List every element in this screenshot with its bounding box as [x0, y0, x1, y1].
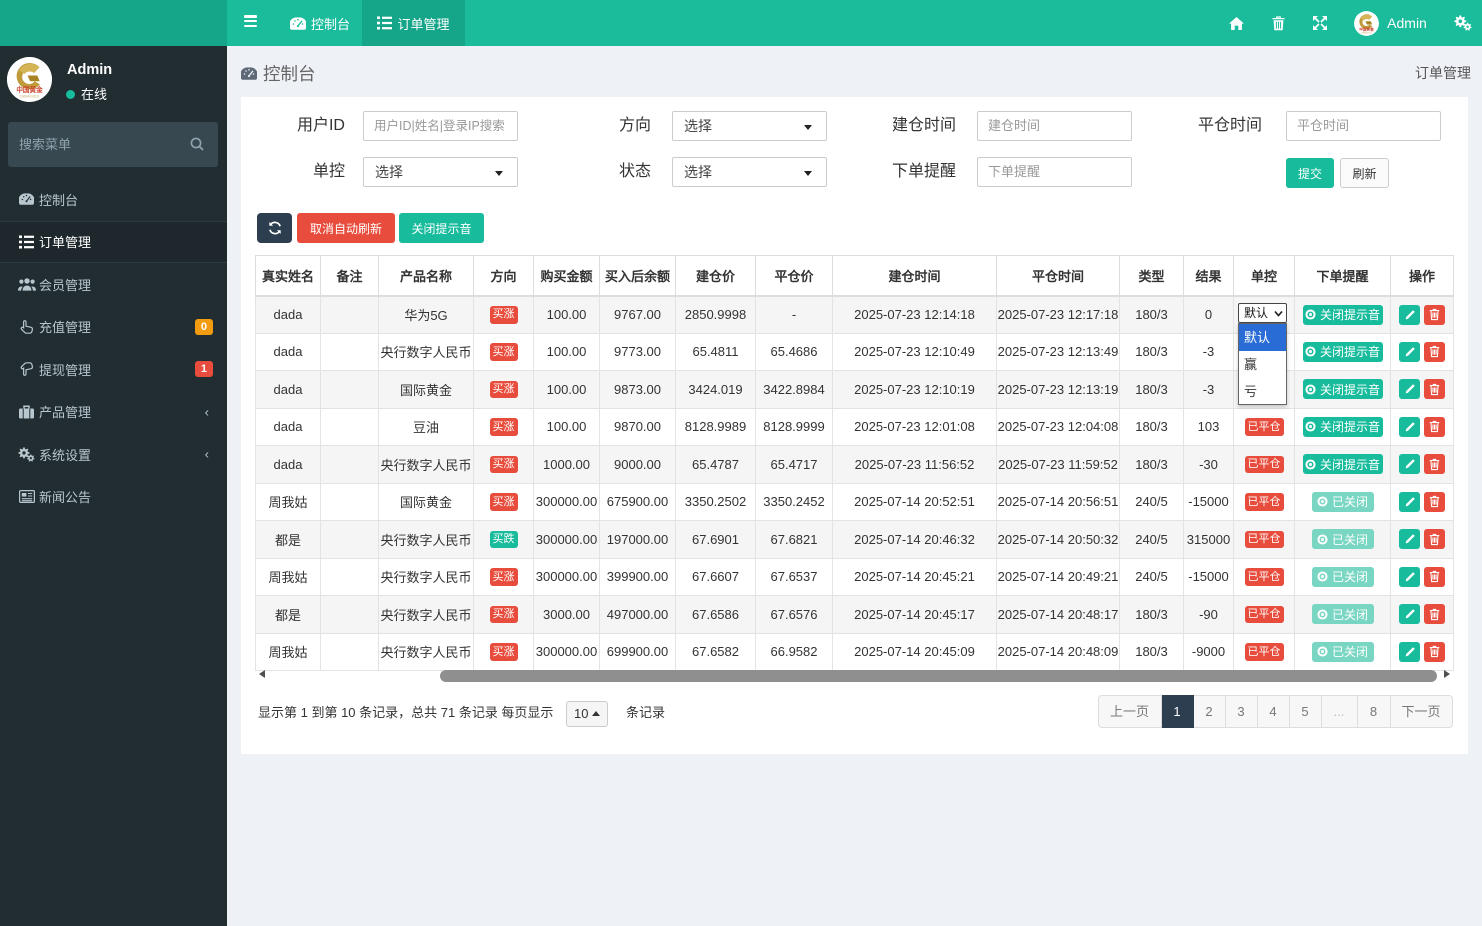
svg-text:CHINA GOLD: CHINA GOLD — [20, 95, 40, 99]
svg-text:CHINA GOLD: CHINA GOLD — [1361, 31, 1373, 34]
svg-text:中国黄金: 中国黄金 — [1359, 26, 1374, 31]
svg-text:中国黄金: 中国黄金 — [16, 85, 43, 94]
